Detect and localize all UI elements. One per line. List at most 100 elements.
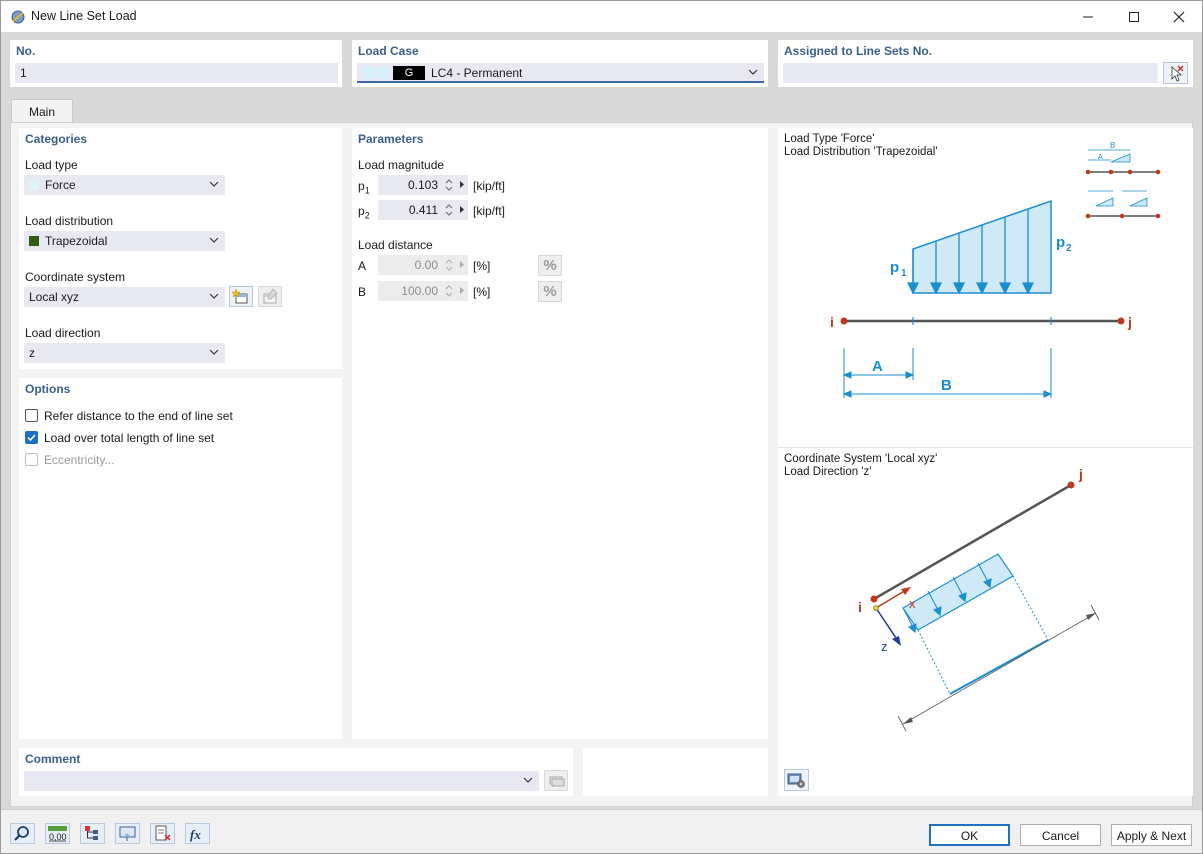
trapezoidal-load-diagram: B A p 1 p 2 i j A B xyxy=(830,141,1161,398)
bottom-bar: 0,00 fx OK Cancel Apply & Next xyxy=(1,809,1202,853)
chevron-right-icon[interactable] xyxy=(459,180,465,189)
tab-main[interactable]: Main xyxy=(11,99,73,123)
b-percent-button[interactable]: % xyxy=(538,281,562,302)
load-direction-combo[interactable]: z xyxy=(24,343,225,363)
refer-distance-label: Refer distance to the end of line set xyxy=(44,409,233,423)
display-icon xyxy=(119,826,136,841)
checkbox-box-checked xyxy=(25,431,38,444)
b-input[interactable]: 100.00 xyxy=(378,281,468,301)
load-type-combo[interactable]: Force xyxy=(24,175,225,195)
comment-library-button[interactable] xyxy=(544,770,568,791)
spin-up-down-icon[interactable] xyxy=(445,177,453,193)
comment-panel: Comment xyxy=(19,748,573,796)
coordinate-system-combo[interactable]: Local xyz xyxy=(24,287,225,307)
chevron-down-icon xyxy=(523,777,533,783)
load-case-value: LC4 - Permanent xyxy=(431,66,523,80)
coordinate-system-diagram: i j x z xyxy=(858,466,1100,732)
parameters-panel: Parameters Load magnitude p1 0.103 [kip/… xyxy=(352,128,768,739)
coordinate-system-value: Local xyz xyxy=(29,290,80,304)
load-case-swatch-1 xyxy=(363,67,375,79)
assigned-panel: Assigned to Line Sets No. xyxy=(778,40,1193,87)
p2-value: 0.411 xyxy=(408,203,438,217)
spin-up-down-icon[interactable] xyxy=(445,202,453,218)
tree-structure-icon xyxy=(85,826,98,840)
number-field[interactable]: 1 xyxy=(15,63,338,83)
p2-input[interactable]: 0.411 xyxy=(378,200,468,220)
axis-x-label: x xyxy=(909,596,916,611)
categories-title: Categories xyxy=(25,132,88,146)
load-distribution-label: Load distribution xyxy=(25,214,114,228)
app-icon xyxy=(11,10,25,24)
node-j-label: j xyxy=(1127,314,1132,330)
node-j xyxy=(1117,317,1125,325)
pick-line-sets-button[interactable] xyxy=(1163,62,1188,84)
number-panel: No. 1 xyxy=(10,40,342,87)
load-strip-shape xyxy=(902,553,1014,631)
percent-icon: % xyxy=(543,257,557,274)
delete-object-button[interactable] xyxy=(150,823,175,844)
formula-icon: fx xyxy=(190,827,201,842)
chevron-down-icon xyxy=(209,237,219,243)
load-case-tag: G xyxy=(393,66,425,80)
spin-up-down-icon[interactable] xyxy=(445,257,453,273)
load-distribution-combo[interactable]: Trapezoidal xyxy=(24,231,225,251)
diagram-panel: Load Type 'Force' Load Distribution 'Tra… xyxy=(778,128,1193,796)
spin-up-down-icon[interactable] xyxy=(445,283,453,299)
edit-coordinate-system-icon xyxy=(263,288,278,304)
comment-combo[interactable] xyxy=(24,771,539,791)
dim-a-label: A xyxy=(872,358,883,375)
minimize-button[interactable] xyxy=(1065,1,1111,32)
assigned-field[interactable] xyxy=(783,63,1158,83)
a-percent-button[interactable]: % xyxy=(538,255,562,276)
b-value: 100.00 xyxy=(401,284,438,298)
b-label: B xyxy=(358,285,367,299)
new-coordinate-system-button[interactable] xyxy=(229,286,253,307)
dim-b-label: B xyxy=(941,377,952,394)
p2-diagram-sub: 2 xyxy=(1066,243,1072,254)
load-direction-label: Load direction xyxy=(25,326,101,340)
close-button[interactable] xyxy=(1156,1,1202,32)
chevron-right-icon[interactable] xyxy=(459,205,465,214)
checkmark-icon xyxy=(27,434,36,442)
svg-text:0,00: 0,00 xyxy=(49,832,67,842)
chevron-down-icon xyxy=(748,69,758,75)
number-value: 1 xyxy=(20,66,27,80)
apply-next-button[interactable]: Apply & Next xyxy=(1111,824,1192,846)
checkbox-box xyxy=(25,409,38,422)
chevron-right-icon[interactable] xyxy=(459,286,465,295)
p1-diagram-label: p xyxy=(890,259,899,276)
model-tree-button[interactable] xyxy=(80,823,105,844)
dialog-window: New Line Set Load No. 1 Load Case G LC4 … xyxy=(0,0,1203,854)
a-input[interactable]: 0.00 xyxy=(378,255,468,275)
a-label: A xyxy=(358,259,367,273)
node-i-label: i xyxy=(830,314,834,330)
load-case-combo[interactable]: G LC4 - Permanent xyxy=(357,63,764,83)
percent-icon: % xyxy=(543,283,557,300)
view-settings-button[interactable] xyxy=(115,823,140,844)
formula-button[interactable]: fx xyxy=(185,823,210,844)
number-label: No. xyxy=(16,44,36,58)
load-distance-label: Load distance xyxy=(358,238,433,252)
p1-value: 0.103 xyxy=(407,178,438,192)
ok-button[interactable]: OK xyxy=(929,824,1010,846)
node-i xyxy=(840,317,848,325)
edit-coordinate-system-button[interactable] xyxy=(258,286,282,307)
load-case-panel: Load Case G LC4 - Permanent xyxy=(352,40,768,87)
load-type-value: Force xyxy=(45,178,76,192)
comment-library-icon xyxy=(549,776,565,787)
p2-label: p2 xyxy=(358,204,370,221)
units-button[interactable]: 0,00 xyxy=(45,823,70,844)
p1-input[interactable]: 0.103 xyxy=(378,175,468,195)
chevron-down-icon xyxy=(209,181,219,187)
cancel-button[interactable]: Cancel xyxy=(1020,824,1101,846)
p1-unit: [kip/ft] xyxy=(473,179,506,193)
chevron-down-icon xyxy=(209,349,219,355)
node-j-3d-label: j xyxy=(1078,466,1083,482)
axis-z-label: z xyxy=(881,639,888,654)
maximize-button[interactable] xyxy=(1111,1,1157,32)
chevron-right-icon[interactable] xyxy=(459,260,465,269)
search-tool-button[interactable] xyxy=(10,823,35,844)
mini-distribution-icon-2 xyxy=(1085,190,1161,219)
diagram-view-options-button[interactable] xyxy=(784,769,809,791)
load-distribution-swatch xyxy=(29,236,39,246)
